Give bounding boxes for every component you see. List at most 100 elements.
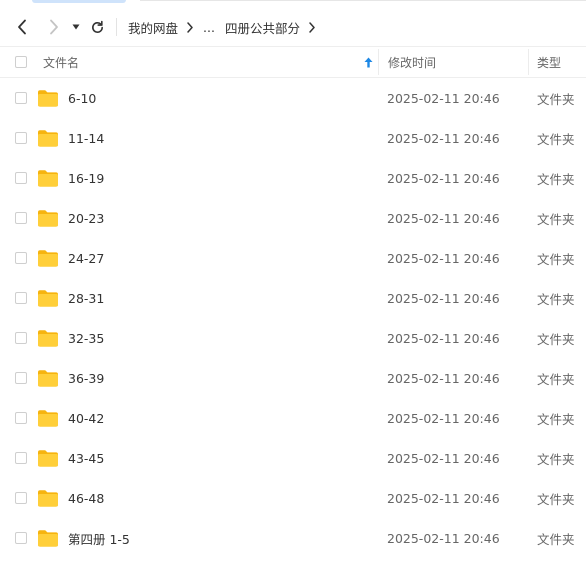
chevron-left-icon	[18, 19, 26, 35]
file-name[interactable]: 第四册 1-5	[68, 518, 130, 558]
row-checkbox[interactable]	[15, 332, 27, 344]
file-row[interactable]: 40-42 2025-02-11 20:46 文件夹	[0, 398, 586, 438]
file-row[interactable]: 36-39 2025-02-11 20:46 文件夹	[0, 358, 586, 398]
file-modified-time: 2025-02-11 20:46	[387, 450, 500, 466]
sort-ascending-icon[interactable]	[364, 47, 373, 77]
file-modified-time: 2025-02-11 20:46	[387, 290, 500, 306]
breadcrumb-current[interactable]: 四册公共部分	[225, 18, 300, 37]
folder-icon	[37, 398, 59, 438]
file-type: 文件夹	[537, 531, 575, 547]
file-modified-time: 2025-02-11 20:46	[387, 130, 500, 146]
row-checkbox-cell	[15, 398, 27, 438]
file-modified-time: 2025-02-11 20:46	[387, 250, 500, 266]
file-type: 文件夹	[537, 331, 575, 347]
forward-button[interactable]	[42, 10, 66, 44]
file-name[interactable]: 28-31	[68, 278, 104, 318]
row-checkbox-cell	[15, 358, 27, 398]
row-checkbox-cell	[15, 478, 27, 518]
row-checkbox[interactable]	[15, 292, 27, 304]
column-header-type[interactable]: 类型	[537, 47, 561, 77]
file-name[interactable]: 16-19	[68, 158, 104, 198]
row-checkbox-cell	[15, 118, 27, 158]
file-name[interactable]: 24-27	[68, 238, 104, 278]
file-row[interactable]: 16-19 2025-02-11 20:46 文件夹	[0, 158, 586, 198]
column-header-modified[interactable]: 修改时间	[388, 47, 436, 77]
row-checkbox-cell	[15, 158, 27, 198]
file-type: 文件夹	[537, 371, 575, 387]
file-type: 文件夹	[537, 451, 575, 467]
folder-icon	[37, 518, 59, 558]
row-checkbox[interactable]	[15, 252, 27, 264]
file-modified-time: 2025-02-11 20:46	[387, 170, 500, 186]
folder-icon	[37, 438, 59, 478]
navigation-bar: 我的网盘 ... 四册公共部分	[0, 10, 586, 44]
folder-icon	[37, 358, 59, 398]
file-modified-time: 2025-02-11 20:46	[387, 370, 500, 386]
file-modified-time: 2025-02-11 20:46	[387, 490, 500, 506]
file-name[interactable]: 20-23	[68, 198, 104, 238]
file-modified-time: 2025-02-11 20:46	[387, 330, 500, 346]
row-checkbox-cell	[15, 438, 27, 478]
active-tab-indicator	[32, 0, 126, 3]
file-name[interactable]: 6-10	[68, 78, 96, 118]
file-modified-time: 2025-02-11 20:46	[387, 90, 500, 106]
row-checkbox-cell	[15, 78, 27, 118]
folder-icon	[37, 158, 59, 198]
column-divider[interactable]	[528, 49, 529, 75]
file-name[interactable]: 40-42	[68, 398, 104, 438]
file-modified-time: 2025-02-11 20:46	[387, 210, 500, 226]
file-row[interactable]: 11-14 2025-02-11 20:46 文件夹	[0, 118, 586, 158]
nav-separator	[116, 18, 117, 36]
file-row[interactable]: 46-48 2025-02-11 20:46 文件夹	[0, 478, 586, 518]
row-checkbox[interactable]	[15, 92, 27, 104]
row-checkbox-cell	[15, 238, 27, 278]
file-row[interactable]: 32-35 2025-02-11 20:46 文件夹	[0, 318, 586, 358]
file-row[interactable]: 6-10 2025-02-11 20:46 文件夹	[0, 78, 586, 118]
breadcrumb-ellipsis[interactable]: ...	[203, 20, 215, 35]
history-dropdown-button[interactable]	[70, 10, 82, 44]
folder-icon	[37, 78, 59, 118]
file-type: 文件夹	[537, 491, 575, 507]
select-all-checkbox[interactable]	[15, 56, 27, 68]
file-row[interactable]: 20-23 2025-02-11 20:46 文件夹	[0, 198, 586, 238]
refresh-icon	[91, 20, 103, 33]
file-type: 文件夹	[537, 171, 575, 187]
select-all-cell	[15, 47, 27, 77]
file-row[interactable]: 第四册 1-5 2025-02-11 20:46 文件夹	[0, 518, 586, 558]
file-name[interactable]: 32-35	[68, 318, 104, 358]
file-name[interactable]: 36-39	[68, 358, 104, 398]
refresh-button[interactable]	[86, 10, 108, 44]
file-type: 文件夹	[537, 91, 575, 107]
file-type: 文件夹	[537, 291, 575, 307]
row-checkbox[interactable]	[15, 132, 27, 144]
row-checkbox[interactable]	[15, 452, 27, 464]
column-divider[interactable]	[378, 49, 379, 75]
chevron-right-icon	[50, 19, 58, 35]
file-name[interactable]: 11-14	[68, 118, 104, 158]
folder-icon	[37, 278, 59, 318]
file-row[interactable]: 43-45 2025-02-11 20:46 文件夹	[0, 438, 586, 478]
row-checkbox[interactable]	[15, 212, 27, 224]
file-name[interactable]: 46-48	[68, 478, 104, 518]
back-button[interactable]	[10, 10, 34, 44]
row-checkbox-cell	[15, 318, 27, 358]
row-checkbox-cell	[15, 198, 27, 238]
row-checkbox-cell	[15, 518, 27, 558]
file-type: 文件夹	[537, 251, 575, 267]
row-checkbox[interactable]	[15, 412, 27, 424]
row-checkbox[interactable]	[15, 532, 27, 544]
column-header-name[interactable]: 文件名	[43, 47, 79, 77]
row-checkbox-cell	[15, 278, 27, 318]
file-modified-time: 2025-02-11 20:46	[387, 410, 500, 426]
file-row[interactable]: 28-31 2025-02-11 20:46 文件夹	[0, 278, 586, 318]
breadcrumb: 我的网盘 ... 四册公共部分	[128, 10, 325, 44]
file-name[interactable]: 43-45	[68, 438, 104, 478]
row-checkbox[interactable]	[15, 172, 27, 184]
file-type: 文件夹	[537, 411, 575, 427]
folder-icon	[37, 478, 59, 518]
breadcrumb-root[interactable]: 我的网盘	[128, 18, 178, 37]
top-divider	[140, 0, 586, 1]
file-row[interactable]: 24-27 2025-02-11 20:46 文件夹	[0, 238, 586, 278]
row-checkbox[interactable]	[15, 492, 27, 504]
row-checkbox[interactable]	[15, 372, 27, 384]
